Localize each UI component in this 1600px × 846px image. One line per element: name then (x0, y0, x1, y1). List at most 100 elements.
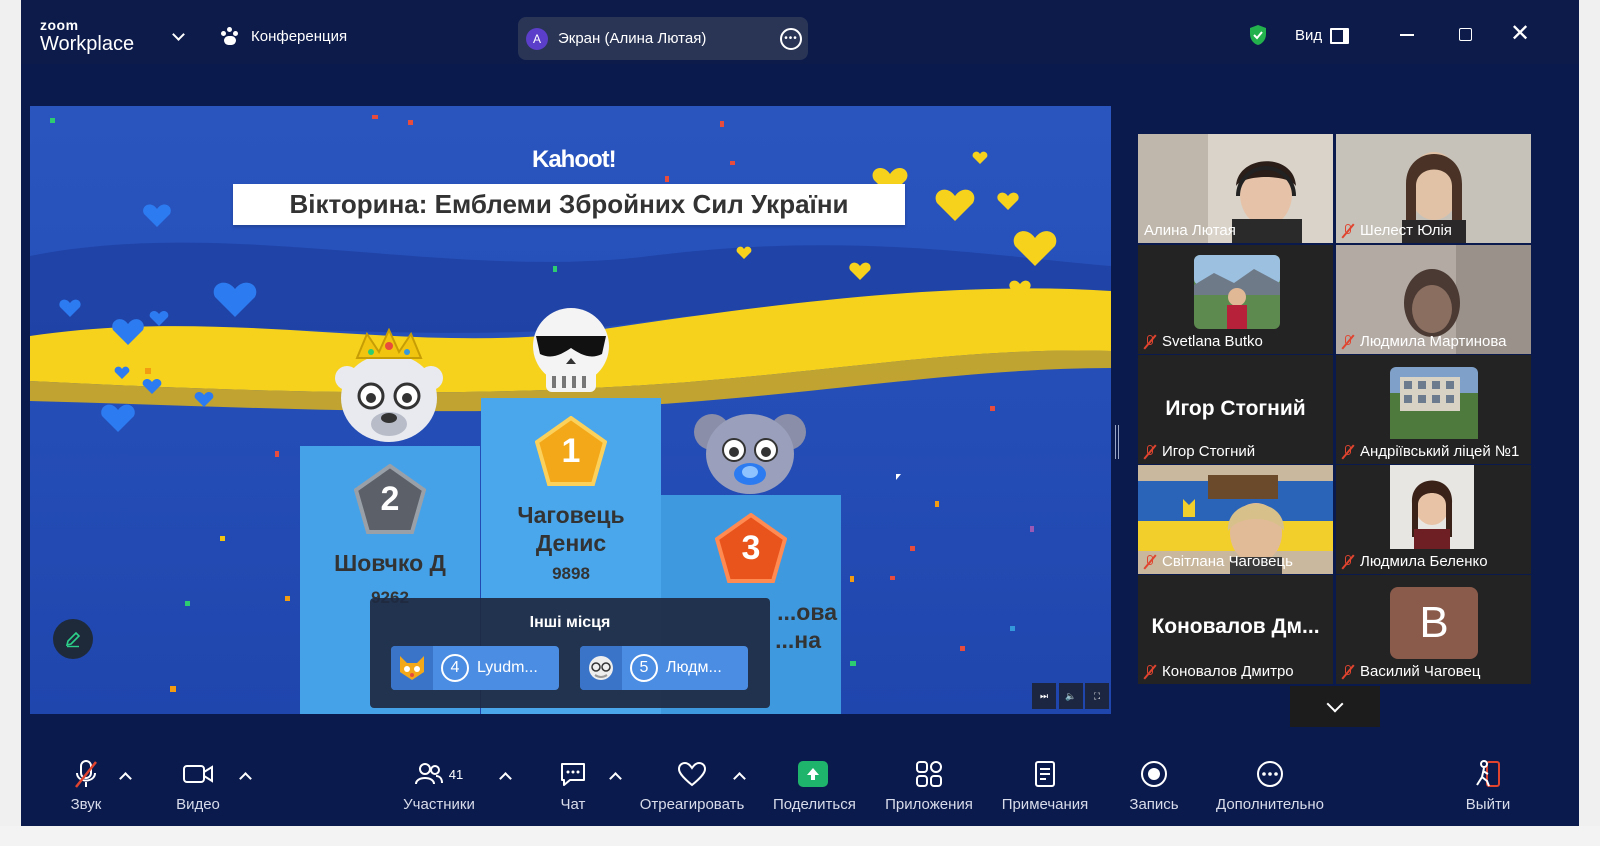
other-place-name: Людм... (666, 659, 722, 676)
participant-display-name: Коновалов Дм... (1151, 615, 1320, 638)
notes-button[interactable]: Примечания (999, 758, 1091, 813)
participant-tile[interactable]: Людмила Беленко (1336, 465, 1531, 574)
more-options-icon[interactable]: ••• (780, 28, 802, 50)
place-badge-3: 3 (715, 513, 787, 583)
participant-tile[interactable]: В Василий Чаговец (1336, 575, 1531, 684)
player-name-1-line1: Чаговець (517, 502, 625, 528)
view-button[interactable]: Вид (1295, 27, 1350, 44)
other-places-title: Інші місця (529, 614, 611, 631)
notes-icon (1035, 761, 1055, 787)
screen-share-indicator[interactable]: A Экран (Алина Лютая) ••• (518, 17, 808, 60)
leave-button[interactable]: Выйти (1463, 758, 1513, 813)
participant-gallery: Алина Лютая Шелест Юлія Svetlana Butko Л… (1138, 134, 1531, 686)
mic-muted-icon (1342, 664, 1354, 679)
view-label: Вид (1295, 27, 1323, 44)
audio-options-caret[interactable] (119, 772, 132, 785)
place-number-3: 3 (741, 528, 761, 567)
slide-mini-controls-2: 🔈 ⛶ (1059, 683, 1109, 709)
participant-tile[interactable]: Світлана Чаговець (1138, 465, 1333, 574)
participants-options-caret[interactable] (499, 772, 512, 785)
zoom-window: zoom Workplace Конференция A Экран (Алин… (21, 0, 1579, 846)
place-badge-2: 2 (354, 464, 426, 534)
mouse-cursor (896, 474, 901, 480)
participant-name-row: Василий Чаговец (1342, 663, 1480, 680)
video-button[interactable]: Видео (171, 758, 225, 813)
mic-muted-icon (1144, 554, 1156, 569)
chat-icon (561, 763, 585, 786)
participant-tile[interactable]: Людмила Мартинова (1336, 245, 1531, 354)
record-button[interactable]: Запись (1127, 758, 1181, 813)
participant-name-row: Людмила Мартинова (1342, 333, 1507, 350)
more-label: Дополнительно (1216, 796, 1324, 813)
kahoot-logo: Kahoot! (532, 146, 617, 173)
participant-tile[interactable]: Коновалов Дм... Коновалов Дмитро (1138, 575, 1333, 684)
participant-name-row: Андріївський ліцей №1 (1342, 443, 1519, 460)
place-badge-1: 1 (535, 416, 607, 486)
participant-name: Людмила Мартинова (1360, 333, 1507, 350)
quiz-title: Вікторина: Емблеми Збройних Сил України (233, 184, 905, 225)
desktop-bottom-edge (0, 826, 1600, 846)
chat-button[interactable]: Чат (553, 758, 593, 813)
audio-label: Звук (70, 796, 102, 813)
react-button[interactable]: Отреагировать (638, 758, 746, 813)
professor-avatar-icon (580, 646, 622, 690)
video-options-caret[interactable] (239, 772, 252, 785)
koala-avatar (694, 414, 806, 494)
annotate-pencil-button[interactable] (53, 619, 93, 659)
gallery-scroll-down-button[interactable] (1290, 686, 1380, 727)
notes-label: Примечания (1001, 796, 1089, 813)
heart-icon (677, 761, 707, 787)
participant-tile[interactable]: Андріївський ліцей №1 (1336, 355, 1531, 464)
chevron-down-icon[interactable] (172, 28, 185, 41)
chat-label: Чат (560, 796, 586, 813)
audio-button[interactable]: Звук (61, 758, 111, 813)
participant-name-row: Алина Лютая (1144, 222, 1236, 239)
participant-photo (1390, 367, 1478, 439)
volume-icon[interactable]: 🔈 (1059, 683, 1083, 709)
mic-muted-icon (1342, 334, 1354, 349)
place-number-1: 1 (561, 431, 581, 470)
video-camera-icon (183, 765, 213, 783)
participant-name: Шелест Юлія (1360, 222, 1452, 239)
cat-avatar-icon (391, 646, 433, 690)
player-score-1: 9898 (552, 564, 590, 583)
participant-name-row: Світлана Чаговець (1144, 553, 1293, 570)
shared-screen: Kahoot! Вікторина: Емблеми Збройних Сил … (30, 106, 1111, 714)
participant-tile[interactable]: Игор Стогний Игор Стогний (1138, 355, 1333, 464)
layout-icon (1330, 27, 1350, 44)
more-button[interactable]: Дополнительно (1213, 758, 1327, 813)
minimize-button[interactable] (1395, 22, 1419, 46)
skip-icon[interactable]: ⏭ (1032, 683, 1056, 709)
fullscreen-icon[interactable]: ⛶ (1085, 683, 1109, 709)
conference-button[interactable]: Конференция (221, 27, 347, 45)
screen-share-label: Экран (Алина Лютая) (558, 30, 707, 47)
participant-name-row: Коновалов Дмитро (1144, 663, 1294, 680)
apps-label: Приложения (885, 796, 973, 813)
maximize-button[interactable] (1453, 22, 1477, 46)
leave-icon (1476, 760, 1500, 787)
encryption-shield-icon[interactable] (1248, 24, 1268, 46)
participant-tile[interactable]: Svetlana Butko (1138, 245, 1333, 354)
paw-icon (221, 27, 241, 45)
meeting-toolbar: Звук Видео 41 Участники Чат Отреагироват… (21, 748, 1579, 828)
split-resize-handle[interactable] (1115, 425, 1119, 459)
mic-muted-icon (1342, 444, 1354, 459)
zoom-workplace-logo[interactable]: zoom Workplace (40, 18, 134, 54)
participant-name: Svetlana Butko (1162, 333, 1263, 350)
participants-icon (414, 763, 443, 785)
apps-button[interactable]: Приложения (883, 758, 975, 813)
leave-label: Выйти (1465, 796, 1511, 813)
other-place-name: Lyudm... (477, 659, 538, 676)
chat-options-caret[interactable] (609, 772, 622, 785)
share-screen-button[interactable]: Поделиться (773, 758, 856, 813)
participant-name: Коновалов Дмитро (1162, 663, 1294, 680)
slide-mini-controls: ⏭ (1032, 683, 1056, 709)
participant-tile[interactable]: Алина Лютая (1138, 134, 1333, 243)
share-label: Поделиться (773, 796, 856, 813)
participants-button[interactable]: 41 Участники (399, 758, 479, 813)
other-places-panel: Інші місця 4 Lyudm... 5 Людм... (370, 598, 770, 708)
pencil-icon (65, 631, 81, 648)
close-button[interactable]: ✕ (1508, 22, 1532, 46)
participant-tile[interactable]: Шелест Юлія (1336, 134, 1531, 243)
other-place-number: 4 (441, 654, 469, 682)
